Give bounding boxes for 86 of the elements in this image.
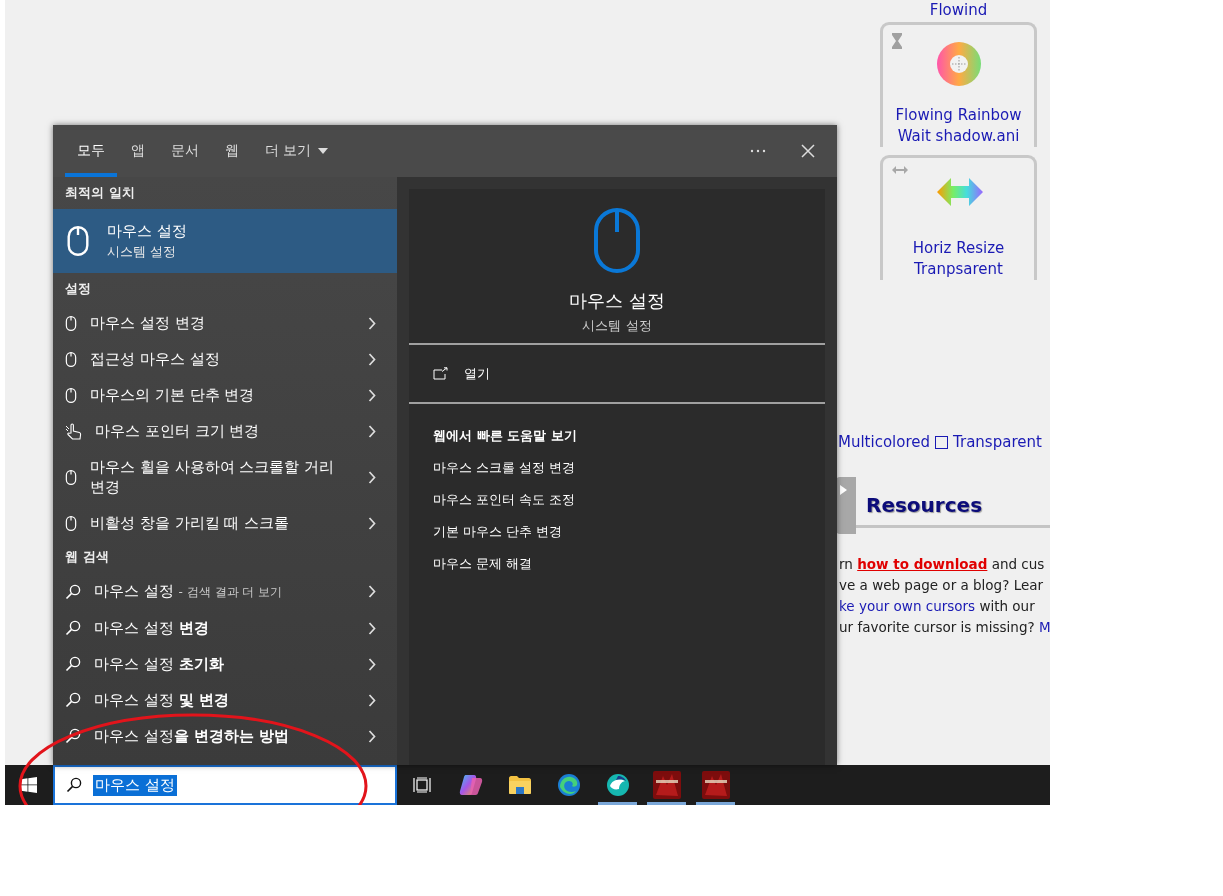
- filter-tab[interactable]: 앱: [119, 125, 157, 177]
- mouse-icon: [65, 514, 77, 532]
- help-link[interactable]: 마우스 문제 해결: [433, 552, 533, 576]
- paragraph-line: ur favorite cursor is missing? M: [839, 618, 1050, 637]
- chevron-icon: [368, 621, 376, 635]
- search-result-item[interactable]: 마우스의 기본 단추 변경: [53, 377, 397, 413]
- filter-tab[interactable]: 문서: [159, 125, 211, 177]
- mouse-icon: [65, 314, 77, 332]
- section-heading: 웹 검색: [64, 548, 110, 566]
- rainbow-ring-icon: [936, 41, 982, 87]
- filter-label: Multicolored: [838, 432, 931, 452]
- swirl-icon: [556, 773, 581, 797]
- mouse-icon: [65, 350, 77, 368]
- section-heading: 설정: [64, 280, 92, 298]
- search-icon: [65, 692, 81, 708]
- link[interactable]: ke your own cursors: [839, 598, 976, 614]
- chevron-icon: [368, 585, 376, 598]
- open-window-icon: [433, 367, 448, 380]
- search-icon: [66, 777, 82, 793]
- search-result-item[interactable]: 마우스 설정 초기화: [53, 646, 397, 682]
- chevron-icon: [368, 424, 376, 438]
- chevron-icon: [368, 729, 376, 743]
- search-result-item[interactable]: 마우스 설정 - 검색 결과 더 보기: [53, 573, 397, 610]
- double-arrow-icon: [892, 166, 908, 174]
- caret-icon: [318, 148, 329, 154]
- chevron-icon: [368, 316, 376, 330]
- search-icon: [65, 656, 81, 672]
- best-match-item[interactable]: 마우스 설정 시스템 설정: [53, 209, 397, 273]
- task-view-icon: [412, 777, 431, 793]
- mouse-icon: [65, 386, 77, 404]
- close-icon: [801, 144, 815, 158]
- search-result-item[interactable]: 마우스 설정 및 변경: [53, 682, 397, 718]
- whale-icon: [605, 773, 630, 797]
- cursor-caption: Horiz Resize Tranpsarent: [911, 238, 1006, 280]
- section-heading: Resources: [866, 493, 983, 517]
- triangle-icon: [840, 485, 847, 495]
- search-icon: [65, 728, 81, 744]
- chevron-icon: [368, 470, 376, 484]
- filter-tab[interactable]: 모두: [65, 125, 117, 177]
- mouse-icon: [65, 468, 77, 486]
- section-heading: 웹에서 빠른 도움말 보기: [433, 427, 577, 445]
- link[interactable]: M: [1038, 619, 1051, 635]
- cursor-card[interactable]: Horiz Resize Tranpsarent: [880, 155, 1037, 280]
- paragraph-line: ke your own cursors with our: [839, 597, 1036, 616]
- paragraph-line: rn how to download and cus: [839, 555, 1046, 574]
- hand-pointer-icon: [65, 422, 82, 440]
- help-link[interactable]: 마우스 스크롤 설정 변경: [433, 456, 576, 480]
- search-field[interactable]: 마우스 설정: [53, 765, 397, 805]
- mouse-icon: [594, 208, 640, 273]
- chevron-icon: [368, 657, 376, 671]
- chevron-icon: [368, 693, 376, 707]
- cursor-caption: Flowing Rainbow Wait shadow.ani: [894, 105, 1023, 147]
- search-result-item[interactable]: 마우스 설정 변경: [53, 610, 397, 646]
- game-tile-icon: [652, 771, 681, 799]
- chevron-icon: [368, 388, 376, 402]
- mouse-icon: [66, 224, 90, 258]
- folder-icon: [508, 776, 531, 794]
- checkbox[interactable]: [935, 435, 949, 449]
- ribbon-logo-icon: [458, 774, 483, 796]
- preview-title: 마우스 설정: [569, 289, 665, 313]
- open-button[interactable]: 열기: [433, 364, 490, 383]
- search-result-item[interactable]: 접근성 마우스 설정: [53, 341, 397, 377]
- paragraph-line: ve a web page or a blog? Lear: [839, 576, 1045, 595]
- search-result-item[interactable]: 마우스 포인터 크기 변경: [53, 413, 397, 449]
- more-icon: [750, 149, 766, 153]
- help-link[interactable]: 기본 마우스 단추 변경: [433, 520, 563, 544]
- filter-tab[interactable]: 웹: [213, 125, 251, 177]
- search-icon: [65, 583, 81, 600]
- search-result-item[interactable]: 마우스 설정을 변경하는 방법: [53, 718, 397, 754]
- search-result-item[interactable]: 마우스 휠을 사용하여 스크롤할 거리 변경: [53, 449, 397, 505]
- cursor-card[interactable]: Flowing Rainbow Wait shadow.ani: [880, 22, 1037, 147]
- filter-label[interactable]: Transparent: [953, 432, 1042, 452]
- chevron-icon: [368, 352, 376, 366]
- game-tile-icon: [701, 771, 730, 799]
- cursor-caption: Flowind: [928, 0, 989, 20]
- search-result-item[interactable]: 마우스 설정 변경: [53, 305, 397, 341]
- filter-tab[interactable]: 더 보기: [253, 125, 341, 177]
- section-heading: 최적의 일치: [64, 184, 136, 202]
- preview-subtitle: 시스템 설정: [582, 317, 652, 335]
- search-result-item[interactable]: 비활성 창을 가리킬 때 스크롤: [53, 505, 397, 541]
- windows-icon: [21, 777, 37, 793]
- hourglass-icon: [892, 33, 902, 49]
- chevron-icon: [368, 516, 376, 530]
- help-link[interactable]: 마우스 포인터 속도 조정: [433, 488, 576, 512]
- link[interactable]: how to download: [857, 556, 988, 572]
- search-icon: [65, 620, 81, 636]
